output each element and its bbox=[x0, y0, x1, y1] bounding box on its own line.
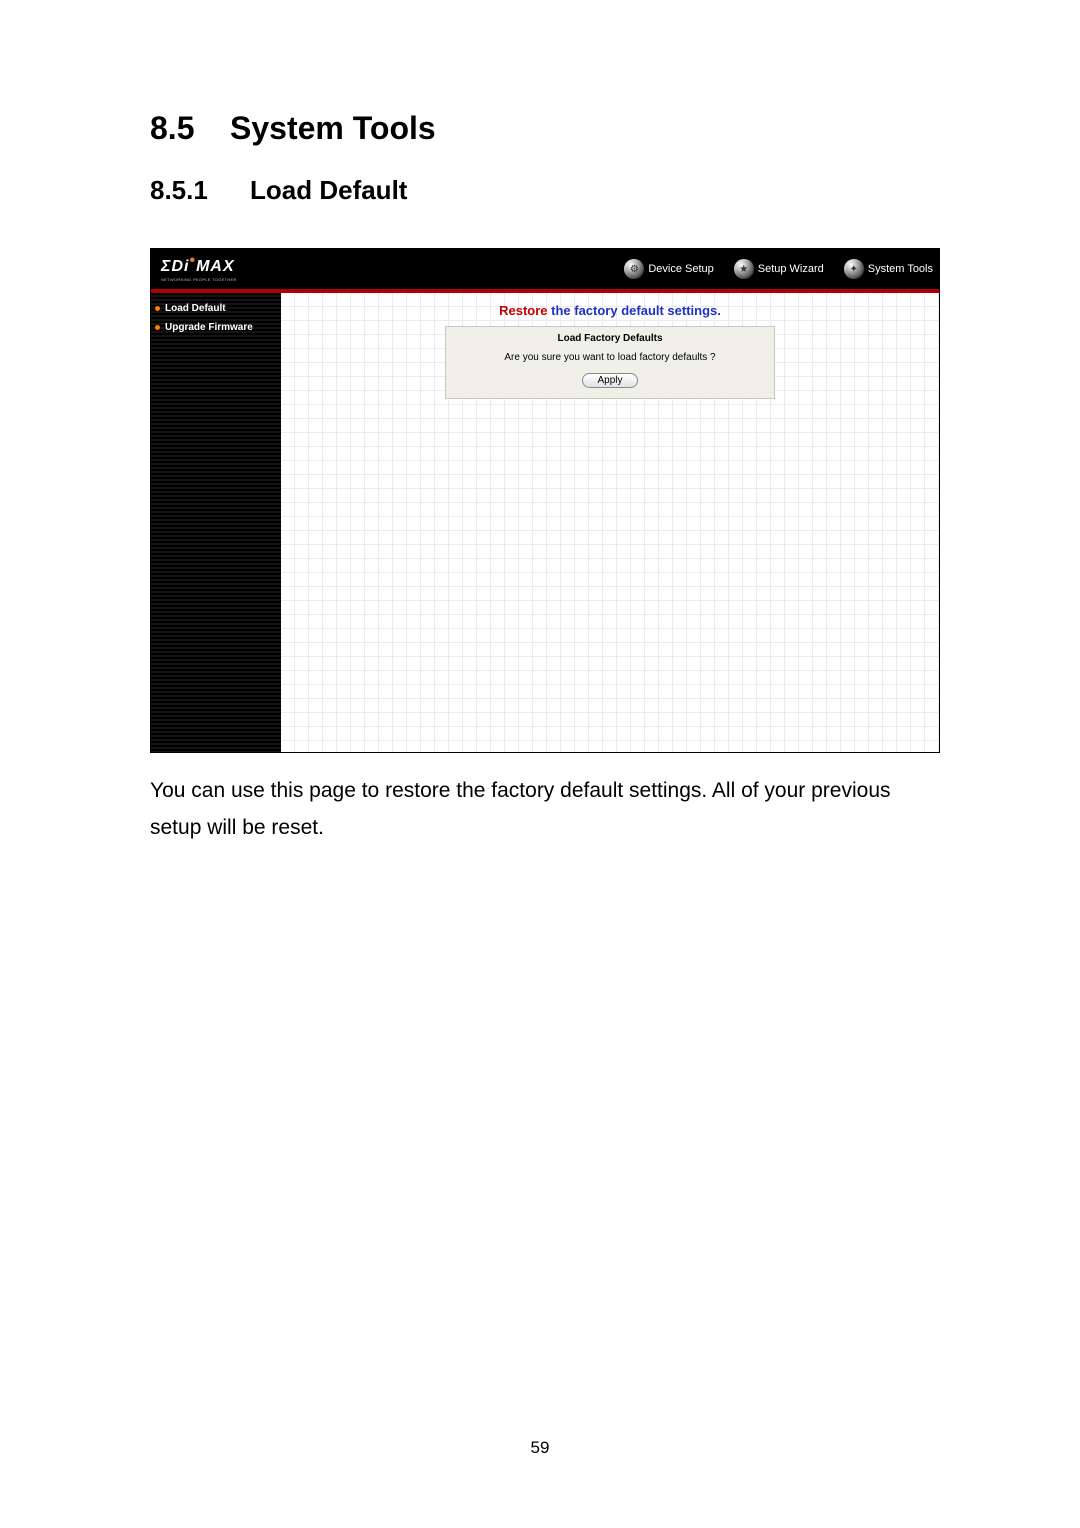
nav-setup-wizard[interactable]: ★ Setup Wizard bbox=[728, 249, 830, 289]
section-heading: 8.5System Tools bbox=[150, 110, 930, 147]
restore-heading-prefix: Restore bbox=[499, 303, 551, 318]
sidebar: Load Default Upgrade Firmware bbox=[151, 293, 281, 752]
nav-system-tools-label: System Tools bbox=[868, 263, 933, 275]
subsection-heading: 8.5.1Load Default bbox=[150, 175, 930, 206]
page-number: 59 bbox=[0, 1438, 1080, 1458]
content-area: Restore the factory default settings. Lo… bbox=[281, 293, 939, 752]
nav-device-setup[interactable]: ⚙ Device Setup bbox=[618, 249, 719, 289]
sidebar-item-upgrade-firmware[interactable]: Upgrade Firmware bbox=[151, 318, 281, 337]
apply-button[interactable]: Apply bbox=[582, 373, 637, 388]
device-setup-icon: ⚙ bbox=[624, 259, 644, 279]
brand-logo: ΣDi•MAX NETWORKING PEOPLE TOGETHER bbox=[161, 258, 237, 282]
subsection-number: 8.5.1 bbox=[150, 175, 250, 206]
restore-heading: Restore the factory default settings. bbox=[281, 303, 939, 318]
restore-heading-rest: the factory default settings. bbox=[551, 303, 721, 318]
subsection-title: Load Default bbox=[250, 175, 407, 205]
setup-wizard-icon: ★ bbox=[734, 259, 754, 279]
section-title: System Tools bbox=[230, 110, 436, 146]
system-tools-icon: ✦ bbox=[844, 259, 864, 279]
top-bar: ΣDi•MAX NETWORKING PEOPLE TOGETHER ⚙ Dev… bbox=[151, 249, 939, 289]
screenshot-body: Load Default Upgrade Firmware Restore th… bbox=[151, 293, 939, 752]
section-number: 8.5 bbox=[150, 110, 230, 147]
sidebar-item-load-default[interactable]: Load Default bbox=[151, 299, 281, 318]
nav-device-setup-label: Device Setup bbox=[648, 263, 713, 275]
panel-question: Are you sure you want to load factory de… bbox=[454, 352, 766, 363]
brand-logo-text: ΣDi•MAX bbox=[161, 258, 237, 276]
router-screenshot: ΣDi•MAX NETWORKING PEOPLE TOGETHER ⚙ Dev… bbox=[150, 248, 940, 753]
nav-setup-wizard-label: Setup Wizard bbox=[758, 263, 824, 275]
panel-title: Load Factory Defaults bbox=[454, 333, 766, 344]
factory-defaults-panel: Load Factory Defaults Are you sure you w… bbox=[445, 326, 775, 399]
brand-tagline: NETWORKING PEOPLE TOGETHER bbox=[161, 277, 237, 282]
nav-system-tools[interactable]: ✦ System Tools bbox=[838, 249, 939, 289]
figure-caption: You can use this page to restore the fac… bbox=[150, 773, 930, 847]
top-nav: ⚙ Device Setup ★ Setup Wizard ✦ System T… bbox=[618, 249, 939, 289]
